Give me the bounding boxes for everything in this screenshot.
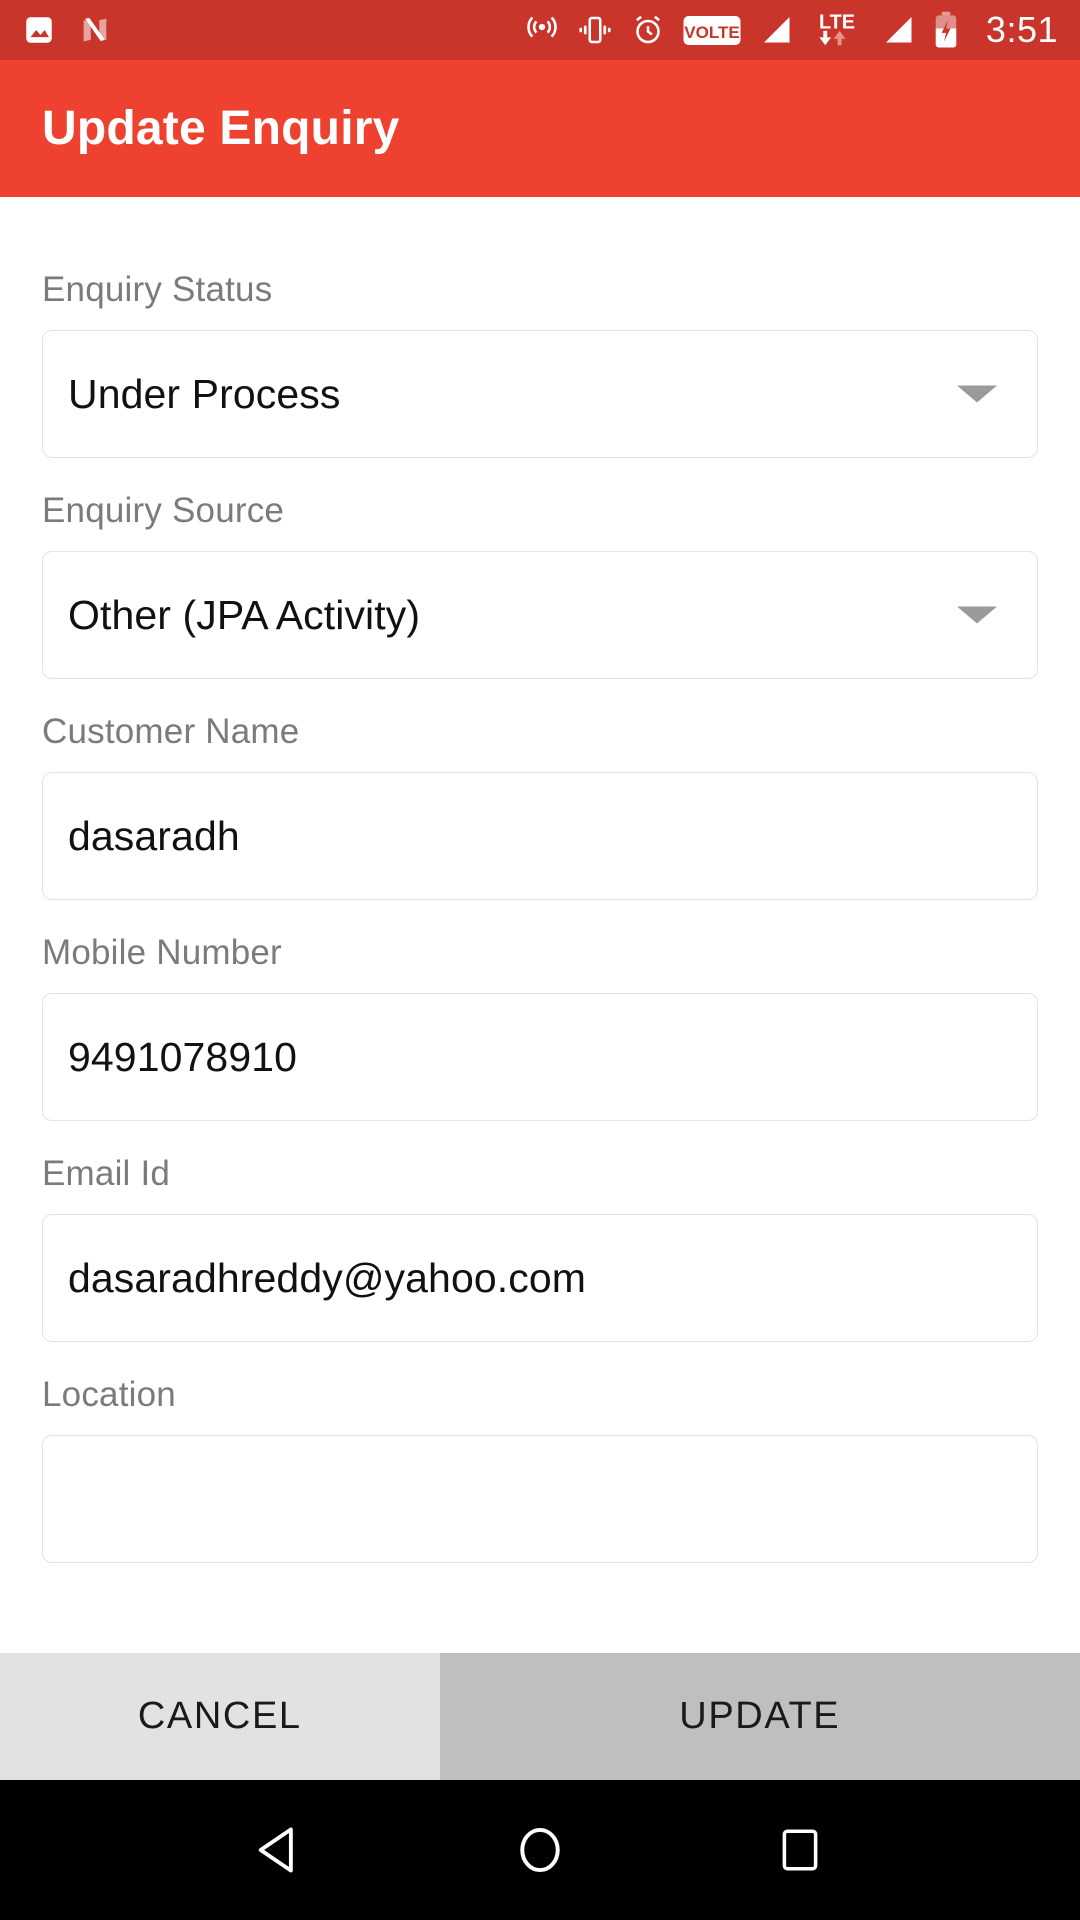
field-group-enquiry-source: Enquiry Source Other (JPA Activity) [42,491,1038,679]
hotspot-icon [524,12,560,48]
field-group-location: Location [42,1375,1038,1563]
page-title: Update Enquiry [42,102,400,155]
label-mobile-number: Mobile Number [42,933,282,972]
vibrate-icon [577,12,613,48]
input-location[interactable] [42,1435,1038,1563]
recents-icon[interactable] [740,1790,860,1910]
value-enquiry-source: Other (JPA Activity) [68,591,421,638]
lte-data-icon: LTE [811,10,863,50]
app-bar: Update Enquiry [0,60,1080,197]
label-email-id: Email Id [42,1154,171,1193]
field-group-enquiry-status: Enquiry Status Under Process [42,197,1038,458]
input-mobile-number[interactable]: 9491078910 [42,993,1038,1121]
update-button[interactable]: UPDATE [439,1653,1080,1780]
field-group-email-id: Email Id dasaradhreddy@yahoo.com [42,1154,1038,1342]
back-icon[interactable] [220,1790,340,1910]
cancel-button[interactable]: CANCEL [0,1653,440,1780]
label-enquiry-source: Enquiry Source [42,491,285,530]
alarm-icon [630,12,666,48]
input-customer-name[interactable]: dasaradh [42,772,1038,900]
dropdown-enquiry-status[interactable]: Under Process [42,330,1038,458]
chevron-down-icon[interactable] [957,606,997,624]
chevron-down-icon[interactable] [957,385,997,403]
value-mobile-number: 9491078910 [68,1033,298,1080]
dropdown-enquiry-source[interactable]: Other (JPA Activity) [42,551,1038,679]
volte-badge: VOLTE [683,14,741,47]
svg-text:VOLTE: VOLTE [684,23,739,42]
android-nougat-icon [78,13,112,47]
signal-2-icon [880,14,916,47]
value-enquiry-status: Under Process [68,370,341,417]
battery-charging-icon [933,11,959,49]
label-enquiry-status: Enquiry Status [42,270,273,309]
value-email-id: dasaradhreddy@yahoo.com [68,1254,587,1301]
field-group-mobile-number: Mobile Number 9491078910 [42,933,1038,1121]
home-icon[interactable] [480,1790,600,1910]
dialog-button-bar: CANCEL UPDATE [0,1653,1080,1780]
android-navigation-bar [0,1780,1080,1920]
field-group-customer-name: Customer Name dasaradh [42,712,1038,900]
status-bar: VOLTE LTE 3:51 [0,0,1080,60]
label-location: Location [42,1375,176,1414]
value-customer-name: dasaradh [68,812,240,859]
status-bar-clock: 3:51 [985,9,1058,50]
image-icon [22,13,56,47]
form-scroll-area[interactable]: Enquiry Status Under Process Enquiry Sou… [0,197,1080,1653]
label-customer-name: Customer Name [42,712,300,751]
status-bar-right-icons: VOLTE LTE 3:51 [524,10,1058,50]
signal-1-icon [758,14,794,47]
input-email-id[interactable]: dasaradhreddy@yahoo.com [42,1214,1038,1342]
status-bar-left-icons [22,13,112,47]
svg-text:LTE: LTE [819,11,855,33]
